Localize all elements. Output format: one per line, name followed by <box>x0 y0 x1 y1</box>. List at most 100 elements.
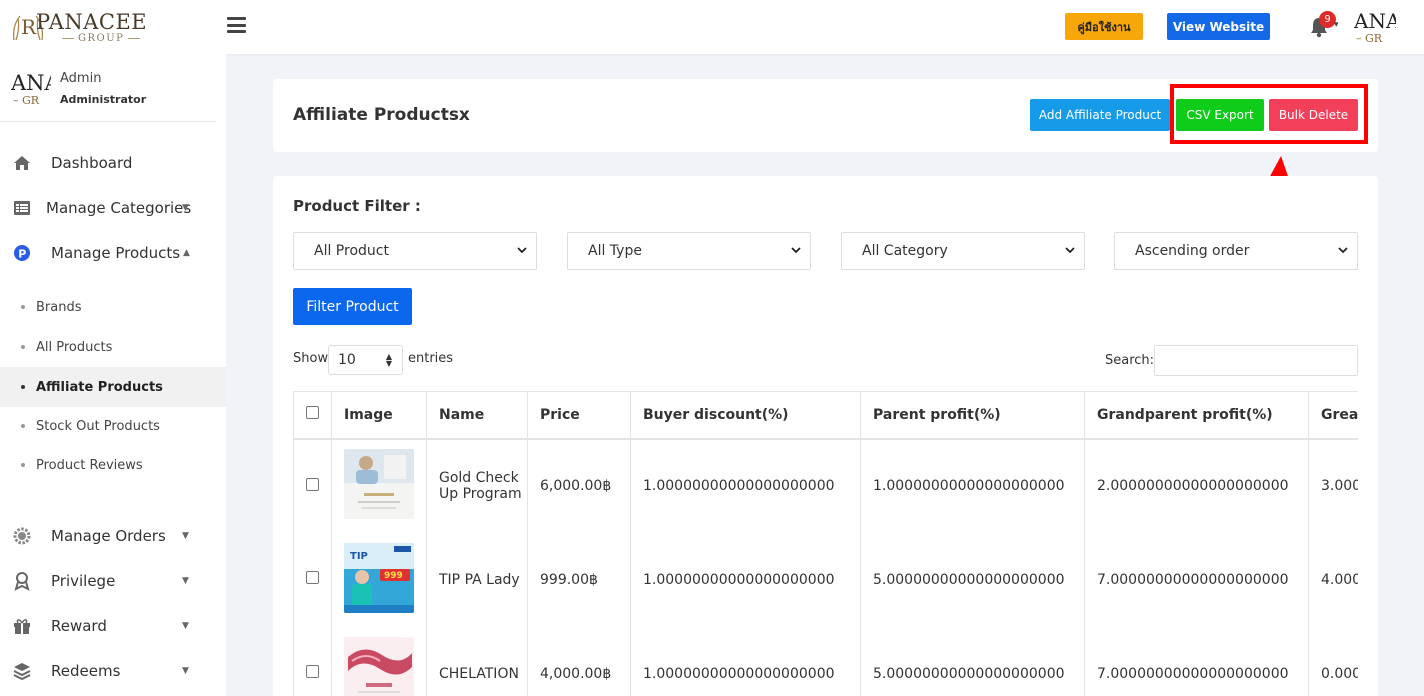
user-avatar[interactable]: ANA – GR <box>1354 10 1396 46</box>
profile-name: Admin <box>60 71 102 86</box>
gear-icon <box>13 527 31 545</box>
show-label: Show <box>293 351 329 366</box>
p-circle-icon: P <box>14 245 30 261</box>
sidebar-item-privilege[interactable]: Privilege ▼ <box>0 563 226 599</box>
great-grandparent-profit-cell: 3.000 <box>1308 438 1358 533</box>
chevron-down-icon: ▾ <box>1334 20 1339 30</box>
row-checkbox[interactable] <box>306 571 319 584</box>
menu-toggle-icon[interactable] <box>227 17 246 33</box>
type-select[interactable]: All Type <box>567 232 811 270</box>
column-header[interactable]: Image <box>331 391 427 440</box>
sidebar: ANA – GR Admin Administrator Dashboard M… <box>0 54 226 696</box>
sidebar-item-dashboard[interactable]: Dashboard <box>0 145 226 181</box>
row-select-cell <box>293 438 332 533</box>
chevron-down-icon: ▼ <box>182 621 189 631</box>
sidebar-subitem-product-reviews[interactable]: Product Reviews <box>0 445 226 485</box>
avatar-text-bottom: – GR <box>13 94 40 107</box>
order-select[interactable]: Ascending order <box>1114 232 1358 270</box>
product-select[interactable]: All Product <box>293 232 537 270</box>
panacee-logo[interactable]: R PANACEE GROUP <box>10 8 150 48</box>
sidebar-subitem-label: Brands <box>36 299 82 315</box>
category-select[interactable]: All Category <box>841 232 1085 270</box>
column-header[interactable]: Great <box>1308 391 1358 440</box>
avatar-text-bottom: – GR <box>1356 32 1383 45</box>
logo-text: PANACEE <box>36 10 148 34</box>
bullet-icon <box>21 463 25 467</box>
bullet-icon <box>21 345 25 349</box>
product-list-card: Product Filter : All Product All Type Al… <box>273 176 1378 696</box>
chevron-up-icon: ▲ <box>183 248 190 258</box>
avatar-text-top: ANA <box>1354 10 1396 33</box>
sidebar-item-manage-categories[interactable]: Manage Categories ▼ <box>0 190 226 226</box>
list-icon <box>14 201 30 215</box>
select-all-cell <box>293 391 332 440</box>
column-header[interactable]: Buyer discount(%) <box>630 391 861 440</box>
grandparent-profit-cell: 7.00000000000000000000 <box>1084 532 1309 627</box>
product-thumbnail[interactable] <box>344 636 414 696</box>
chevron-down-icon: ▼ <box>182 576 189 586</box>
award-icon <box>14 572 30 591</box>
buyer-discount-cell: 1.00000000000000000000 <box>630 626 861 696</box>
bullet-icon <box>21 385 25 389</box>
sidebar-subitem-stock-out-products[interactable]: Stock Out Products <box>0 406 226 446</box>
table-row: CHELATION 4,000.00฿ 1.000000000000000000… <box>293 626 1358 696</box>
chevron-down-icon: ▼ <box>182 531 189 541</box>
search-input[interactable] <box>1154 345 1358 376</box>
select-all-checkbox[interactable] <box>306 406 319 420</box>
entries-select[interactable]: 10 ▲ ▼ <box>328 345 403 375</box>
sidebar-subitem-label: Product Reviews <box>36 457 143 473</box>
sidebar-profile: ANA – GR Admin Administrator <box>0 54 216 122</box>
product-thumbnail[interactable] <box>344 449 414 519</box>
view-website-button[interactable]: View Website <box>1167 13 1270 40</box>
avatar: ANA – GR <box>11 72 51 108</box>
sidebar-item-redeems[interactable]: Redeems ▼ <box>0 653 226 689</box>
entries-select-value: 10 <box>338 352 356 368</box>
chevron-down-icon <box>517 247 527 254</box>
image-cell <box>331 438 427 533</box>
parent-profit-cell: 5.00000000000000000000 <box>860 626 1085 696</box>
name-cell: CHELATION <box>426 626 528 696</box>
bullet-icon <box>21 424 25 428</box>
price-cell: 4,000.00฿ <box>527 626 631 696</box>
column-header[interactable]: Grandparent profit(%) <box>1084 391 1309 440</box>
buyer-discount-cell: 1.00000000000000000000 <box>630 438 861 533</box>
sidebar-item-label: Manage Products <box>51 244 181 262</box>
sidebar-item-manage-products[interactable]: P Manage Products ▲ <box>0 235 226 271</box>
product-thumbnail[interactable]: TIP 999 <box>344 542 414 613</box>
sidebar-subitem-brands[interactable]: Brands <box>0 287 226 327</box>
product-filter-label: Product Filter : <box>293 197 421 215</box>
entries-label: entries <box>408 351 454 366</box>
name-cell: Gold Check Up Program <box>426 438 528 533</box>
sidebar-item-manage-orders[interactable]: Manage Orders ▼ <box>0 518 226 554</box>
table-row: Gold Check Up Program 6,000.00฿ 1.000000… <box>293 438 1358 533</box>
sidebar-subitem-label: All Products <box>36 339 113 355</box>
great-grandparent-profit-cell: 0.000 <box>1308 626 1358 696</box>
page-title: Affiliate Productsx <box>293 105 470 125</box>
row-checkbox[interactable] <box>306 665 319 678</box>
sidebar-subitem-affiliate-products[interactable]: Affiliate Products <box>0 367 226 407</box>
row-checkbox[interactable] <box>306 477 319 491</box>
svg-text:999: 999 <box>384 571 403 581</box>
sidebar-item-label: Privilege <box>51 572 116 590</box>
sidebar-item-label: Redeems <box>51 662 121 680</box>
products-table-wrapper[interactable]: Image Name Price Buyer discount(%) Paren… <box>293 391 1358 696</box>
add-affiliate-product-button[interactable]: Add Affiliate Product <box>1030 99 1170 131</box>
manual-button[interactable]: คู่มือใช้งาน <box>1065 13 1143 40</box>
type-select-value: All Type <box>588 243 642 259</box>
price-cell: 6,000.00฿ <box>527 438 631 533</box>
sidebar-item-label: Reward <box>51 617 107 635</box>
column-header[interactable]: Parent profit(%) <box>860 391 1085 440</box>
logo-subtext: GROUP <box>58 33 144 44</box>
sidebar-item-label: Manage Orders <box>51 527 166 545</box>
profile-role: Administrator <box>60 93 147 106</box>
bullet-icon <box>21 305 25 309</box>
sidebar-subitem-all-products[interactable]: All Products <box>0 327 226 367</box>
layers-icon <box>13 663 31 681</box>
column-header[interactable]: Name <box>426 391 528 440</box>
buyer-discount-cell: 1.00000000000000000000 <box>630 532 861 627</box>
filter-product-button[interactable]: Filter Product <box>293 288 412 325</box>
column-header[interactable]: Price <box>527 391 631 440</box>
row-select-cell <box>293 532 332 627</box>
sidebar-item-reward[interactable]: Reward ▼ <box>0 608 226 644</box>
sidebar-item-label: Manage Categories <box>46 199 192 217</box>
